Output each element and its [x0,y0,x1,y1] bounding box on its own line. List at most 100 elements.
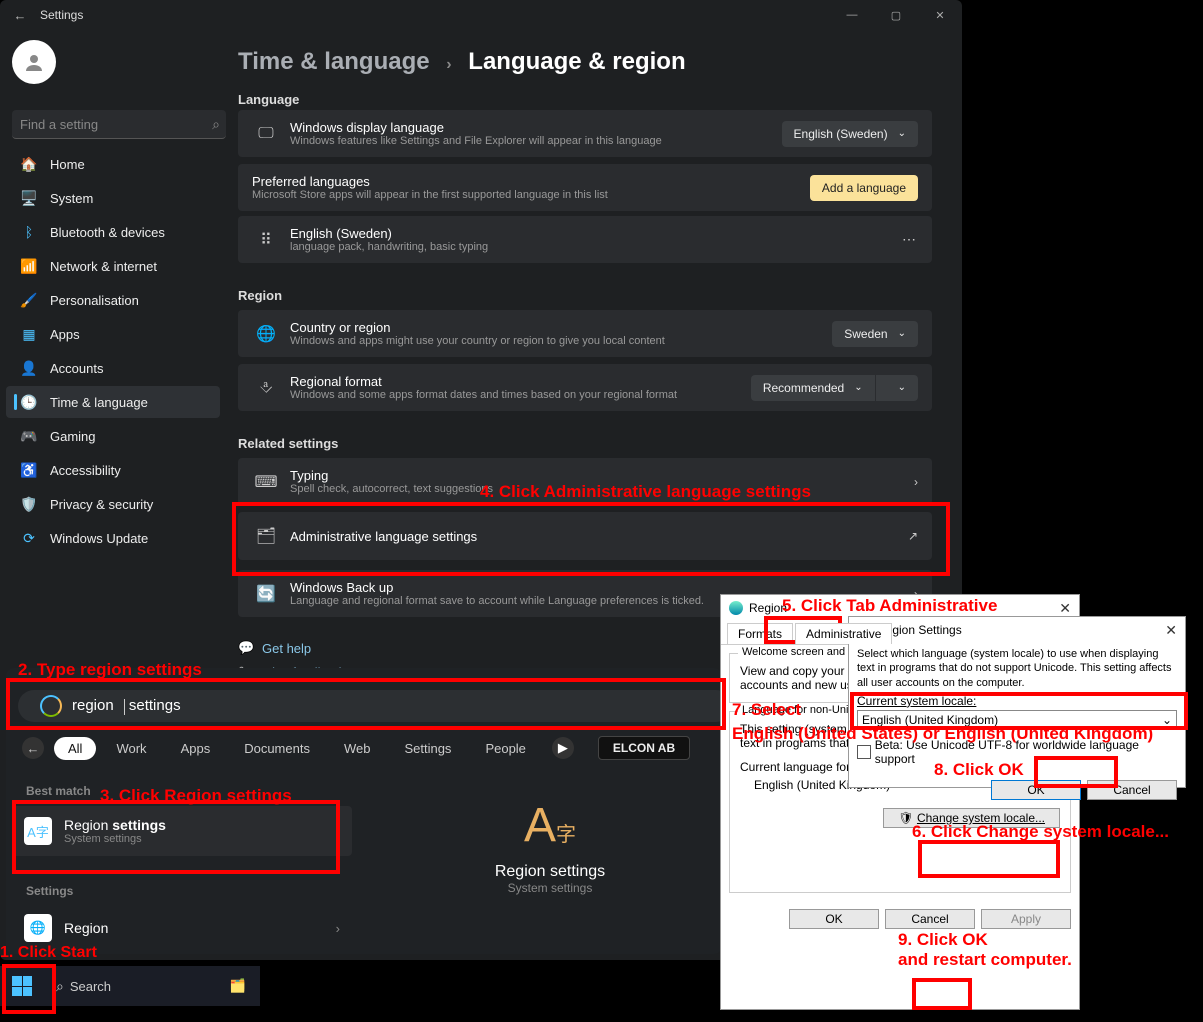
system-icon: 🖥️ [18,190,40,207]
minimize-button[interactable]: — [830,0,874,30]
region-result[interactable]: 🌐 Region › [12,908,352,948]
search-icon: ⌕ [212,116,220,133]
org-badge[interactable]: ELCON AB [598,736,690,760]
globe-icon: 🌐 [24,914,52,942]
gaming-icon: 🎮 [18,428,40,445]
search-icon: ⌕ [56,978,64,995]
country-select[interactable]: Sweden⌄ [832,321,918,347]
country-card[interactable]: 🌐 Country or regionWindows and apps migh… [238,310,932,357]
format-select[interactable]: Recommended⌄ [751,375,875,401]
chevron-down-icon: ⌄ [898,382,906,393]
chip-web[interactable]: Web [330,737,385,760]
chip-people[interactable]: People [471,737,539,760]
sidebar-item-gaming[interactable]: 🎮Gaming [6,420,220,452]
search-icon [40,695,62,717]
display-language-select[interactable]: English (Sweden)⌄ [782,121,918,147]
chip-apps[interactable]: Apps [167,737,225,760]
dialog-title: Region [749,601,787,615]
search-text: region settings [72,697,181,714]
display-language-card[interactable]: 🖵 Windows display languageWindows featur… [238,110,932,157]
chevron-down-icon: ⌄ [898,328,906,339]
window-title: Settings [40,8,83,22]
cancel-button[interactable]: Cancel [885,909,975,929]
user-icon [22,50,46,74]
format-card[interactable]: ⎀ Regional formatWindows and some apps f… [238,364,932,411]
sidebar-item-accounts[interactable]: 👤Accounts [6,352,220,384]
crumb-parent[interactable]: Time & language [238,48,430,75]
apps-icon: ▦ [18,326,40,343]
chevron-down-icon: ⌄ [1162,713,1172,727]
chip-work[interactable]: Work [102,737,160,760]
chevron-down-icon: ⌄ [898,128,906,139]
back-button[interactable]: ← [8,3,32,27]
keyboard-icon: ⌨ [252,472,280,492]
maximize-button[interactable]: ▢ [874,0,918,30]
chevron-right-icon: › [914,475,918,489]
ok-button[interactable]: OK [991,780,1081,800]
shield-icon: 🛡️ [18,496,40,513]
ok-button[interactable]: OK [789,909,879,929]
more-filters-button[interactable]: ▶ [552,737,574,759]
admin-icon: 🗂 [252,526,280,546]
sidebar-item-system[interactable]: 🖥️System [6,182,220,214]
tab-formats[interactable]: Formats [727,623,793,644]
globe-icon: 🌐 [252,324,280,344]
avatar[interactable] [12,40,56,84]
sidebar-item-privacy[interactable]: 🛡️Privacy & security [6,488,220,520]
format-icon: ⎀ [252,379,280,397]
settings-group-label: Settings [26,884,73,898]
sidebar-item-bluetooth[interactable]: ᛒBluetooth & devices [6,216,220,248]
sidebar-item-home[interactable]: 🏠Home [6,148,220,180]
sidebar-item-accessibility[interactable]: ♿Accessibility [6,454,220,486]
wifi-icon: 📶 [18,258,40,275]
cancel-button[interactable]: Cancel [1087,780,1177,800]
windows-icon [12,976,32,996]
search-field[interactable] [18,116,212,133]
system-locale-select[interactable]: English (United Kingdom)⌄ [857,710,1177,730]
chevron-right-icon: › [446,56,451,73]
section-region: Region [238,288,282,303]
sidebar-item-personalisation[interactable]: 🖌️Personalisation [6,284,220,316]
add-language-button[interactable]: Add a language [810,175,918,201]
preferred-languages-card[interactable]: Preferred languagesMicrosoft Store apps … [238,164,932,211]
bluetooth-icon: ᛒ [18,224,40,240]
settings-icon: A字 [24,817,52,845]
close-button[interactable]: ✕ [918,0,962,30]
more-button[interactable]: ⋯ [902,231,918,248]
taskbar-search[interactable]: ⌕Search [56,978,111,995]
chip-settings[interactable]: Settings [390,737,465,760]
accounts-icon: 👤 [18,360,40,377]
sidebar-item-update[interactable]: ⟳Windows Update [6,522,220,554]
section-language: Language [238,92,299,107]
english-language-item[interactable]: ⠿ English (Sweden)language pack, handwri… [238,216,932,263]
search-input[interactable]: ⌕ [12,110,226,139]
sidebar-item-time[interactable]: 🕒Time & language [6,386,220,418]
apply-button[interactable]: Apply [981,909,1071,929]
close-icon[interactable]: ✕ [1165,622,1177,639]
typing-card[interactable]: ⌨ TypingSpell check, autocorrect, text s… [238,458,932,505]
format-expand[interactable]: ⌄ [876,375,918,401]
admin-language-card[interactable]: 🗂 Administrative language settings ↗ [238,512,932,560]
result-preview: A字 Region settings System settings [440,798,660,895]
beta-utf8-checkbox[interactable]: Beta: Use Unicode UTF-8 for worldwide la… [849,732,1185,772]
change-system-locale-button[interactable]: 🛡 Change system locale... [883,808,1060,828]
drag-icon[interactable]: ⠿ [252,230,280,250]
start-search-box[interactable]: region settings [18,690,732,722]
sidebar-item-apps[interactable]: ▦Apps [6,318,220,350]
taskbar: ⌕Search 🗂️ [0,966,260,1006]
back-button[interactable]: ← [22,737,44,759]
start-button[interactable] [0,966,44,1006]
open-external-icon: ↗ [908,529,918,543]
region-settings-result[interactable]: A字 Region settingsSystem settings [12,806,352,856]
section-related: Related settings [238,436,338,451]
close-icon[interactable]: ✕ [1059,600,1071,617]
chip-all[interactable]: All [54,737,96,760]
tab-administrative[interactable]: Administrative [795,623,892,644]
globe-icon [729,601,743,615]
get-help-link[interactable]: 💬Get help [238,640,311,656]
chevron-down-icon: ⌄ [854,382,862,393]
best-match-label: Best match [26,784,91,798]
chip-documents[interactable]: Documents [230,737,324,760]
sidebar-item-network[interactable]: 📶Network & internet [6,250,220,282]
folder-icon[interactable]: 🗂️ [230,978,246,994]
